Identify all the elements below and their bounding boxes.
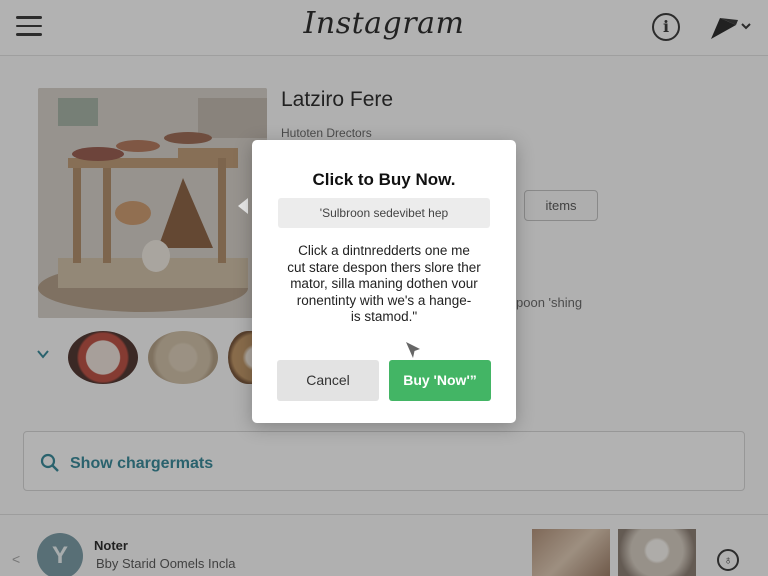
cancel-button[interactable]: Cancel <box>277 360 379 401</box>
previous-arrow-icon[interactable] <box>234 196 252 216</box>
buy-now-button[interactable]: Buy 'Now'” <box>389 360 491 401</box>
dialog-body-line: cut stare despon thers slore ther <box>287 259 481 275</box>
dialog-body-line: is stamod." <box>350 309 418 324</box>
mouse-cursor-icon <box>406 342 420 358</box>
dialog-body-line: Click a dintnredderts one me <box>298 243 470 258</box>
dialog-title: Click to Buy Now. <box>312 170 456 189</box>
dialog-body-line: mator, silla maning dothen vour <box>290 276 478 291</box>
dialog-input-field[interactable]: 'Sulbroon sedevibet hep <box>278 198 490 228</box>
buy-now-dialog: Click to Buy Now. 'Sulbroon sedevibet he… <box>252 140 516 423</box>
dialog-body-line: ronentinty with we's a hange- <box>296 292 472 308</box>
dialog-body-text: Click a dintnredderts one me cut stare d… <box>274 243 494 326</box>
